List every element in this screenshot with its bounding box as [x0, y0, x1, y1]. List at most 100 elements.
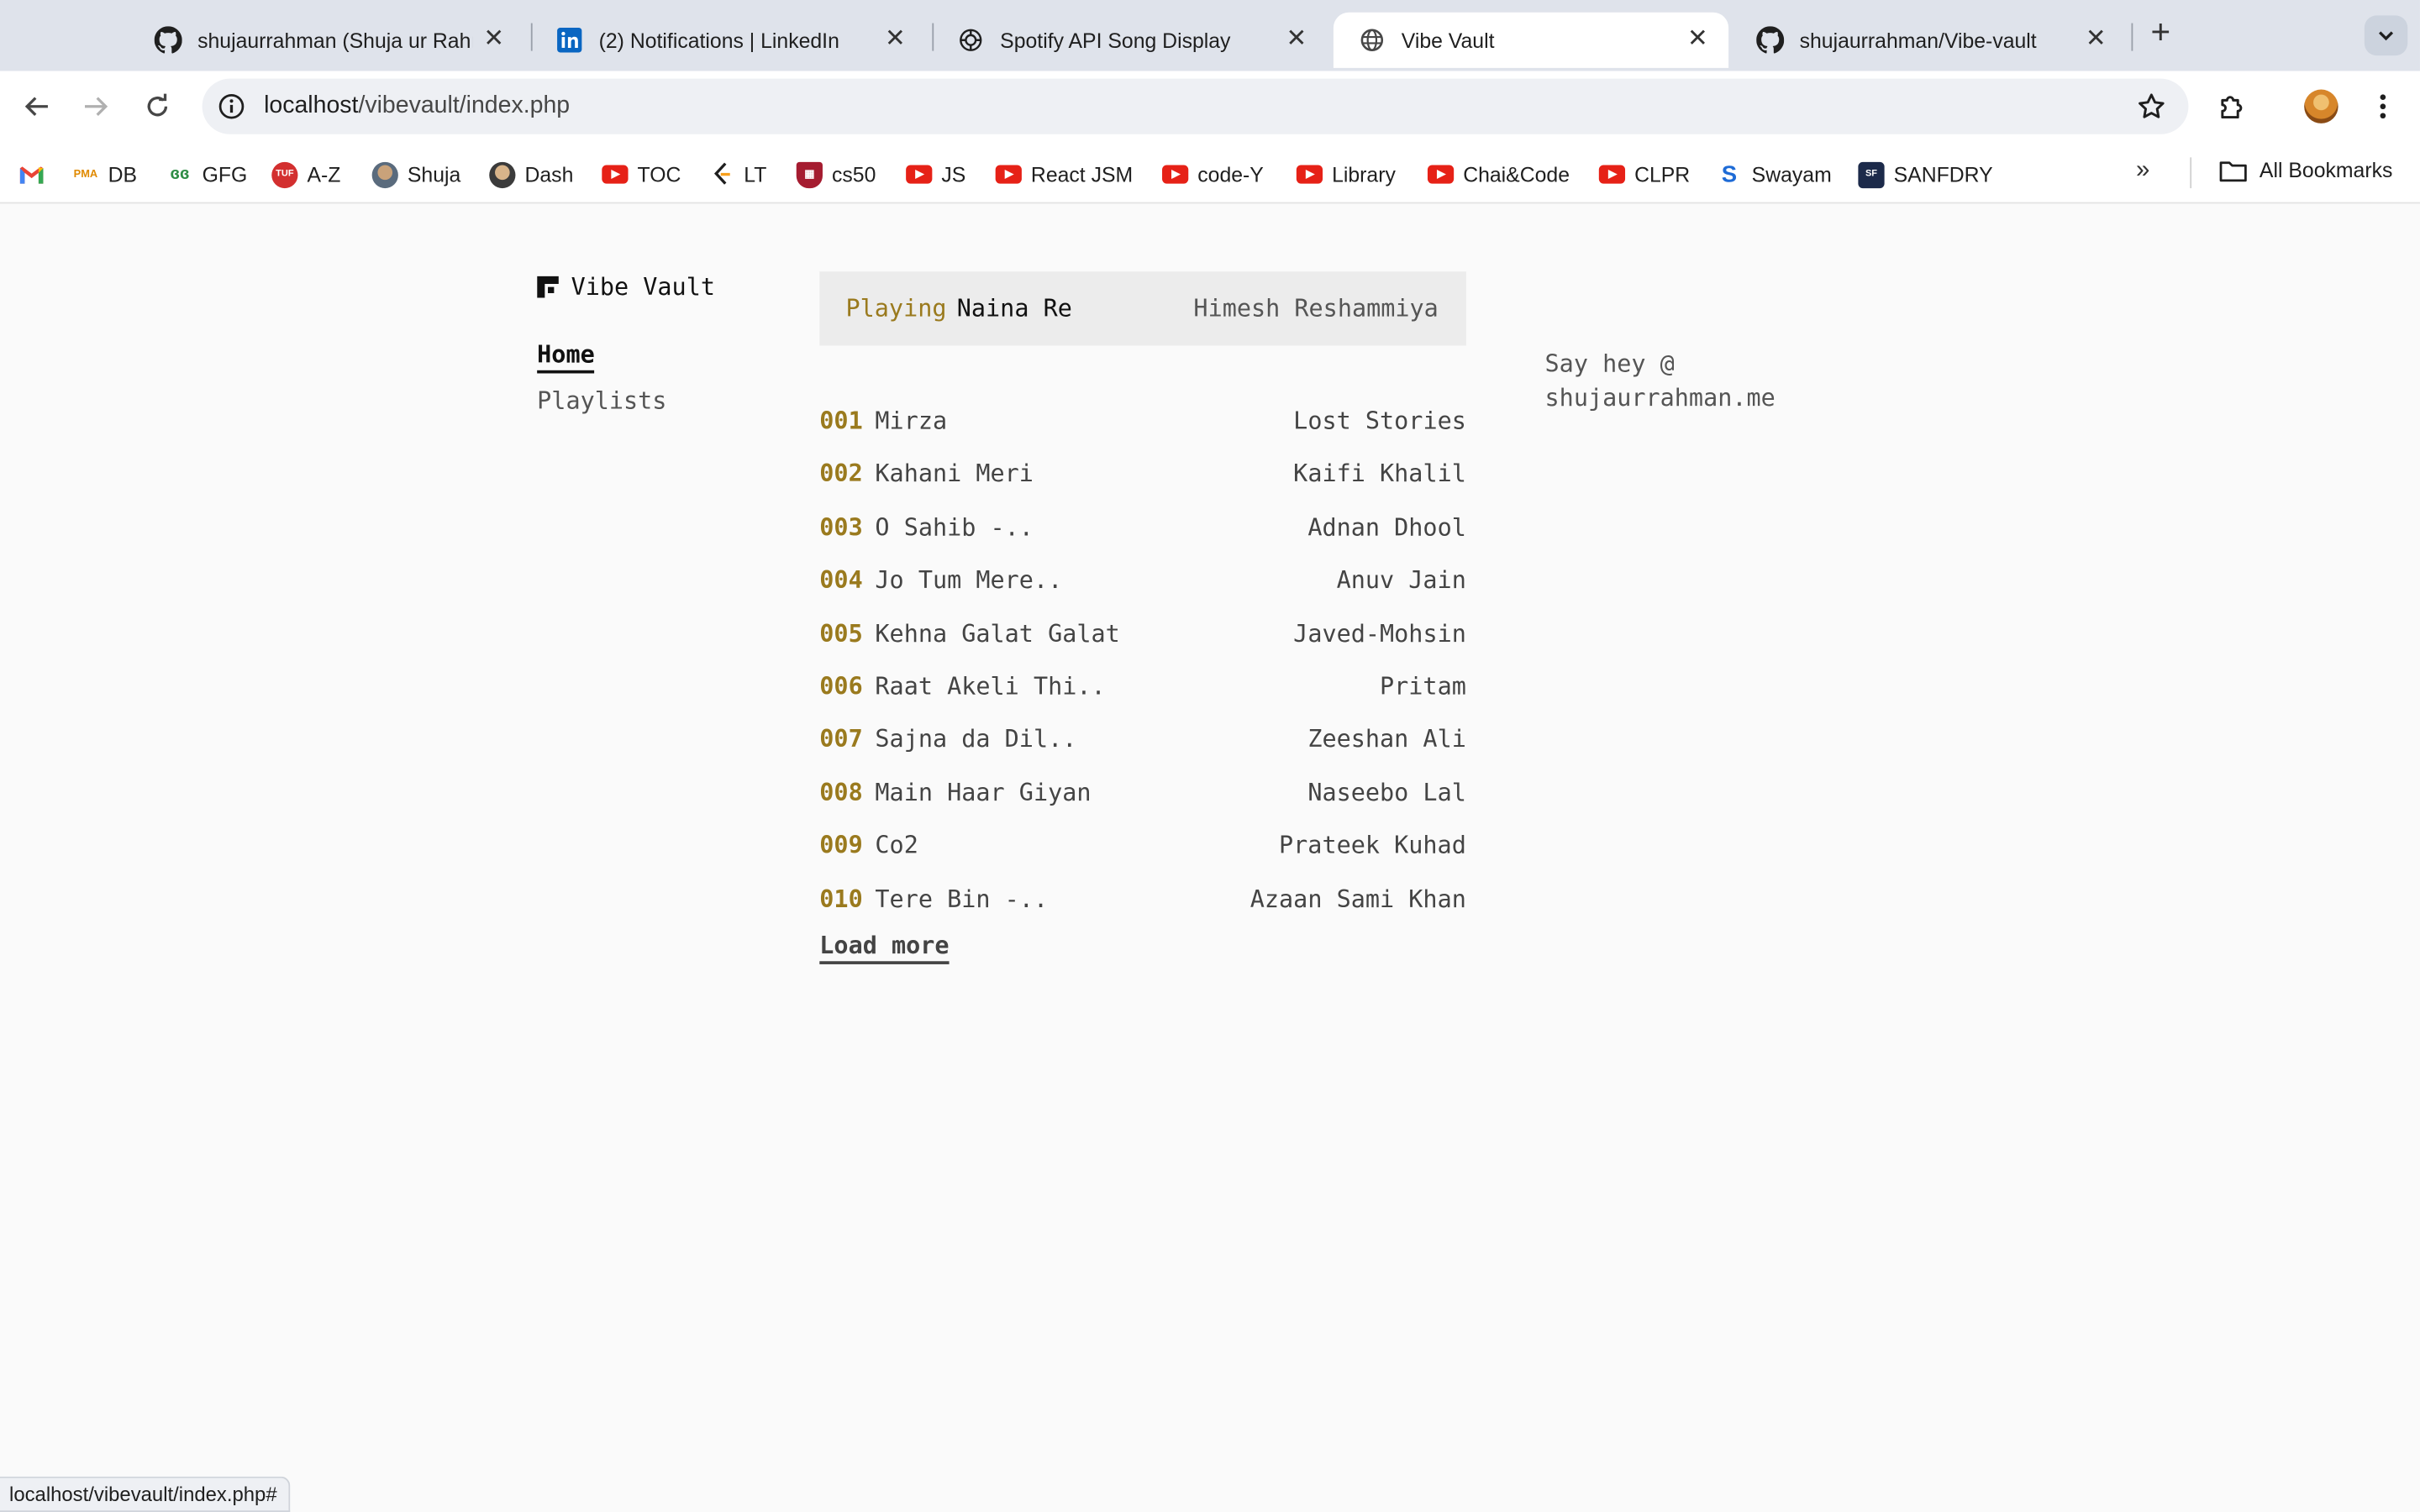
bookmark-lt[interactable]: LT: [708, 159, 766, 190]
folder-icon: [2219, 159, 2247, 182]
bookmark-label: Library: [1332, 162, 1396, 186]
bookmark-toc[interactable]: TOC: [602, 159, 681, 190]
close-icon[interactable]: ✕: [883, 27, 908, 52]
tab-spotify-api[interactable]: Spotify API Song Display ✕: [932, 13, 1327, 68]
track-row[interactable]: 008 Main Haar Giyan Naseebo Lal: [819, 779, 1466, 832]
track-row[interactable]: 002 Kahani Meri Kaifi Khalil: [819, 460, 1466, 513]
bookmark-js[interactable]: JS: [906, 159, 965, 190]
track-artist: Kaifi Khalil: [1293, 460, 1466, 489]
track-row[interactable]: 001 Mirza Lost Stories: [819, 407, 1466, 460]
bookmark-swayam[interactable]: S Swayam: [1716, 159, 1832, 190]
track-row[interactable]: 005 Kehna Galat Galat Javed-Mohsin: [819, 620, 1466, 673]
tab-search-chevron-down-icon[interactable]: [2364, 15, 2408, 56]
track-row[interactable]: 009 Co2 Prateek Kuhad: [819, 832, 1466, 885]
bookmark-code-y[interactable]: code-Y: [1162, 159, 1264, 190]
brand[interactable]: Vibe Vault: [537, 273, 715, 301]
sanfdry-icon: SF: [1858, 160, 1885, 188]
track-row[interactable]: 004 Jo Tum Mere.. Anuv Jain: [819, 566, 1466, 619]
close-icon[interactable]: ✕: [1686, 27, 1710, 52]
bookmark-sanfdry[interactable]: SF SANFDRY: [1858, 159, 1993, 190]
track-row[interactable]: 007 Sajna da Dil.. Zeeshan Ali: [819, 726, 1466, 779]
nav-playlists[interactable]: Playlists: [537, 387, 666, 415]
back-arrow-icon[interactable]: [17, 87, 57, 127]
new-tab-plus-icon[interactable]: +: [2142, 14, 2179, 52]
track-artist: Azaan Sami Khan: [1249, 885, 1466, 913]
all-bookmarks-label: All Bookmarks: [2259, 159, 2393, 182]
bookmark-label: JS: [941, 162, 966, 186]
github-icon: [154, 26, 182, 54]
bookmark-label: Shuja: [407, 162, 461, 186]
track-title: Tere Bin -..: [875, 885, 1049, 913]
bookmark-label: TOC: [637, 162, 681, 186]
extensions-puzzle-icon[interactable]: [2212, 87, 2252, 127]
tab-linkedin[interactable]: (2) Notifications | LinkedIn ✕: [531, 13, 926, 68]
close-icon[interactable]: ✕: [2084, 27, 2108, 52]
track-row[interactable]: 010 Tere Bin -.. Azaan Sami Khan: [819, 885, 1466, 937]
avatar-icon: [371, 160, 398, 188]
tab-github-repo[interactable]: shujaurrahman/Vibe-vault ✕: [1732, 13, 2127, 68]
avatar-icon: [489, 160, 516, 188]
now-playing-bar: Playing Naina Re Himesh Reshammiya: [819, 271, 1466, 346]
url-path: /vibevault/index.php: [358, 92, 571, 119]
bookmark-label: Chai&Code: [1463, 162, 1570, 186]
page-content: Vibe Vault Home Playlists Playing Naina …: [0, 205, 2420, 1512]
bookmark-chai-code[interactable]: Chai&Code: [1427, 159, 1570, 190]
bookmark-label: A-Z: [307, 162, 341, 186]
bookmark-label: Swayam: [1751, 162, 1832, 186]
youtube-icon: [602, 161, 629, 187]
bookmark-db[interactable]: PMA DB: [72, 159, 137, 190]
contact-note: Say hey @ shujaurrahman.me: [1545, 349, 1776, 415]
track-number: 002: [819, 460, 863, 489]
reload-icon[interactable]: [137, 87, 177, 127]
kebab-menu-icon[interactable]: [2363, 87, 2403, 127]
track-title: Kahani Meri: [875, 460, 1034, 489]
bookmark-shuja[interactable]: Shuja: [371, 159, 461, 190]
gfg-icon: ɞɞ: [170, 165, 190, 184]
tab-github-profile[interactable]: shujaurrahman (Shuja ur Rahman) ✕: [129, 13, 524, 68]
site-info-icon[interactable]: [218, 92, 245, 120]
tab-title: shujaurrahman (Shuja ur Rahman): [197, 28, 472, 52]
track-artist: Naseebo Lal: [1307, 779, 1466, 807]
track-number: 004: [819, 566, 863, 595]
youtube-icon: [995, 161, 1022, 187]
track-number: 010: [819, 885, 863, 913]
tab-title: shujaurrahman/Vibe-vault: [1799, 28, 2037, 52]
bookmark-cs50[interactable]: ▦ cs50: [796, 159, 876, 190]
bookmark-dash[interactable]: Dash: [489, 159, 573, 190]
bookmark-gmail[interactable]: [18, 159, 54, 190]
profile-avatar[interactable]: [2302, 87, 2342, 127]
track-number: 005: [819, 619, 863, 648]
track-artist: Prateek Kuhad: [1279, 832, 1466, 860]
bookmark-star-icon[interactable]: [2136, 91, 2167, 122]
bookmark-react-jsm[interactable]: React JSM: [995, 159, 1133, 190]
now-playing-artist: Himesh Reshammiya: [1193, 294, 1439, 323]
bookmark-gfg[interactable]: ɞɞ GFG: [166, 159, 247, 190]
close-icon[interactable]: ✕: [1284, 27, 1308, 52]
bookmark-library[interactable]: Library: [1296, 159, 1396, 190]
globe-icon: [1358, 26, 1386, 54]
url-host: localhost: [264, 92, 359, 119]
forward-arrow-icon[interactable]: [76, 87, 116, 127]
track-row[interactable]: 006 Raat Akeli Thi.. Pritam: [819, 673, 1466, 726]
nav-home[interactable]: Home: [537, 341, 595, 374]
bookmark-a-z[interactable]: TUF A-Z: [271, 159, 340, 190]
browser-window: shujaurrahman (Shuja ur Rahman) ✕ (2) No…: [0, 0, 2420, 1512]
logo-icon: [537, 276, 559, 298]
tab-separator: [2131, 23, 2133, 51]
tab-vibe-vault[interactable]: Vibe Vault ✕: [1333, 12, 1729, 68]
track-row[interactable]: 003 O Sahib -.. Adnan Dhool: [819, 513, 1466, 566]
linkedin-icon: [555, 26, 583, 54]
address-bar[interactable]: localhost/vibevault/index.php: [202, 78, 2189, 134]
track-title: Sajna da Dil..: [875, 725, 1077, 753]
close-icon[interactable]: ✕: [481, 27, 506, 52]
load-more-link[interactable]: Load more: [819, 932, 950, 964]
bookmark-clpr[interactable]: CLPR: [1598, 159, 1690, 190]
harvard-icon: ▦: [796, 160, 823, 188]
youtube-icon: [1598, 161, 1626, 187]
track-artist: Adnan Dhool: [1307, 513, 1466, 542]
all-bookmarks-button[interactable]: All Bookmarks: [2219, 159, 2392, 182]
contact-link[interactable]: shujaurrahman.me: [1545, 382, 1776, 415]
more-bookmarks-chevron-icon[interactable]: »: [2136, 157, 2149, 185]
leetcode-icon: [708, 161, 734, 187]
gmail-icon: [18, 161, 45, 187]
